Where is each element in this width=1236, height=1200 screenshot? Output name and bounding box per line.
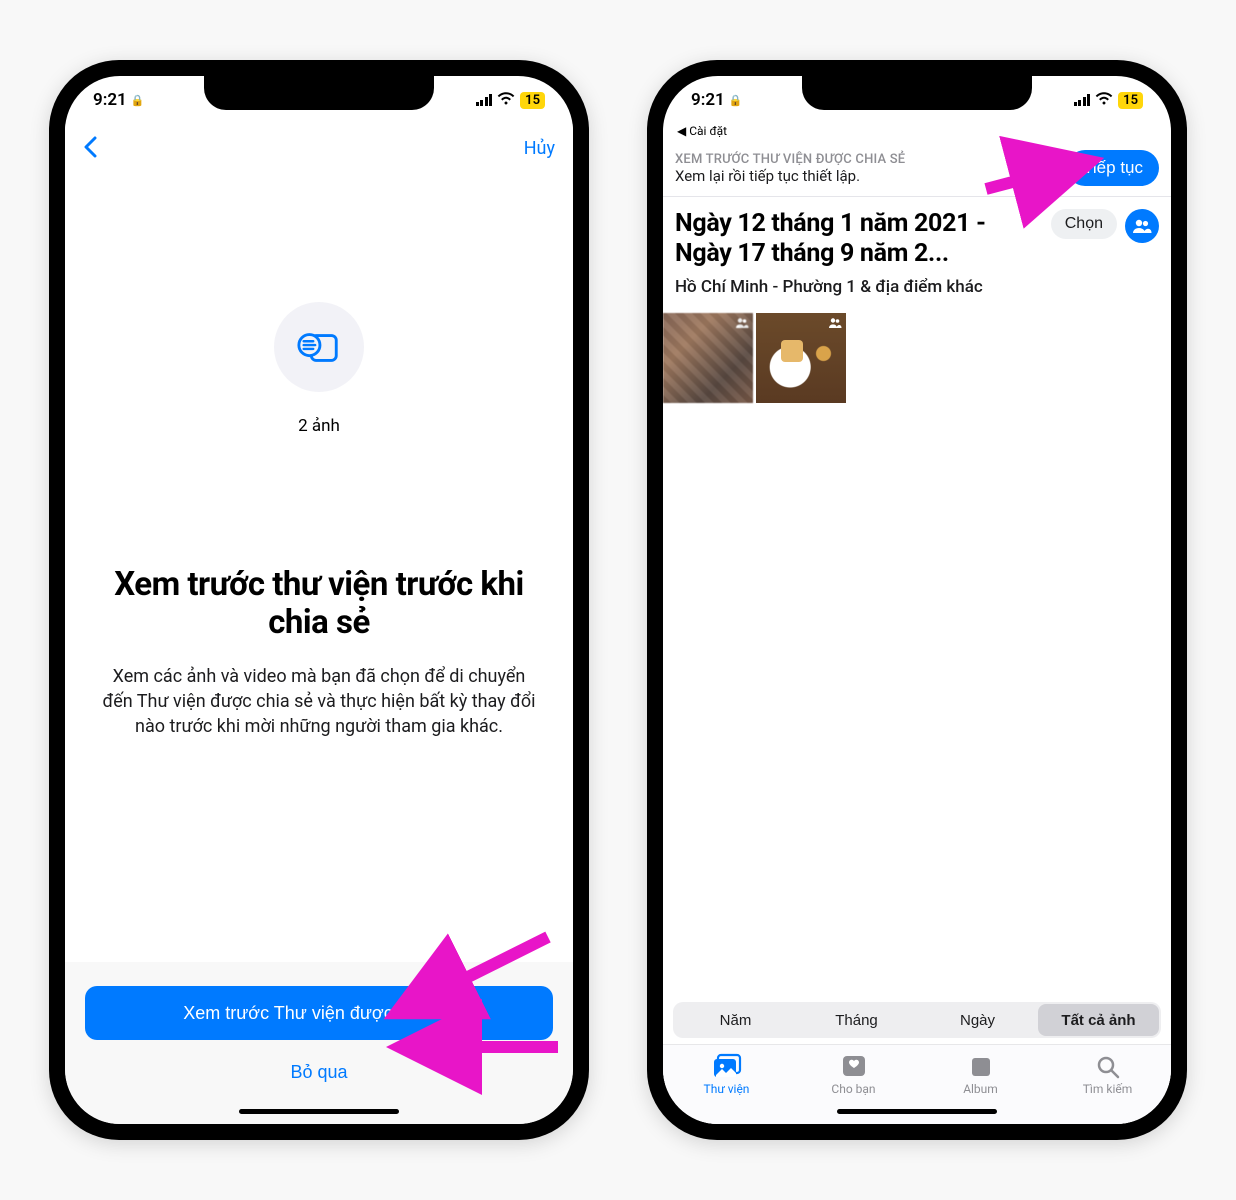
- preview-icon-circle: [274, 302, 364, 392]
- phone-mockup-left: 9:21 🔒 15 Hủy: [49, 60, 589, 1140]
- photo-thumbnails: [663, 313, 1171, 403]
- tab-search[interactable]: Tìm kiếm: [1063, 1053, 1153, 1124]
- tab-library[interactable]: Thư viện: [682, 1053, 772, 1124]
- preview-library-button[interactable]: Xem trước Thư viện được chia sẻ: [85, 986, 553, 1040]
- preview-library-icon: [296, 324, 342, 370]
- status-time: 9:21: [691, 90, 725, 110]
- notch: [802, 76, 1032, 110]
- tab-bar: Thư viện Cho bạn Album Tìm kiếm: [663, 1044, 1171, 1124]
- lock-icon: 🔒: [729, 94, 743, 107]
- home-indicator[interactable]: [837, 1109, 997, 1114]
- foryou-tab-icon: [839, 1053, 869, 1079]
- preview-description: Xem các ảnh và video mà bạn đã chọn để d…: [65, 664, 573, 740]
- breadcrumb-back[interactable]: ◀ Cài đặt: [663, 124, 1171, 144]
- nav-bar: Hủy: [65, 124, 573, 172]
- battery-badge: 15: [1118, 92, 1143, 109]
- continue-button[interactable]: Tiếp tục: [1067, 150, 1159, 186]
- header-eyebrow: XEM TRƯỚC THƯ VIỆN ĐƯỢC CHIA SẺ: [675, 152, 1057, 167]
- segment-day[interactable]: Ngày: [917, 1004, 1038, 1036]
- tab-album-label: Album: [963, 1082, 998, 1096]
- segment-all[interactable]: Tất cả ảnh: [1038, 1004, 1159, 1036]
- screen-left: 9:21 🔒 15 Hủy: [65, 76, 573, 1124]
- back-button[interactable]: [83, 132, 97, 165]
- lock-icon: 🔒: [131, 94, 145, 107]
- footer-area: Xem trước Thư viện được chia sẻ Bỏ qua: [65, 962, 573, 1124]
- skip-button[interactable]: Bỏ qua: [85, 1050, 553, 1094]
- time-segmented-control[interactable]: Năm Tháng Ngày Tất cả ảnh: [673, 1002, 1161, 1038]
- notch: [204, 76, 434, 110]
- library-content: Ngày 12 tháng 1 năm 2021 - Ngày 17 tháng…: [663, 197, 1171, 1124]
- battery-badge: 15: [520, 92, 545, 109]
- people-icon: [1132, 218, 1152, 234]
- album-tab-icon: [966, 1053, 996, 1079]
- screen-right: 9:21 🔒 15 ◀ Cài đặt XEM TRƯỚC THƯ VIỆN Đ…: [663, 76, 1171, 1124]
- photo-count-label: 2 ảnh: [298, 416, 340, 436]
- date-range-title: Ngày 12 tháng 1 năm 2021 - Ngày 17 tháng…: [675, 209, 1043, 269]
- phone-mockup-right: 9:21 🔒 15 ◀ Cài đặt XEM TRƯỚC THƯ VIỆN Đ…: [647, 60, 1187, 1140]
- signal-icon: [1074, 94, 1091, 106]
- cancel-button[interactable]: Hủy: [524, 138, 555, 159]
- shared-badge-icon: [735, 317, 749, 332]
- select-button[interactable]: Chọn: [1051, 209, 1117, 239]
- wifi-icon: [1095, 90, 1113, 110]
- photo-thumbnail[interactable]: [756, 313, 846, 403]
- signal-icon: [476, 94, 493, 106]
- wifi-icon: [497, 90, 515, 110]
- location-label: Hồ Chí Minh - Phường 1 & địa điểm khác: [663, 273, 1171, 313]
- library-tab-icon: [712, 1053, 742, 1079]
- search-tab-icon: [1093, 1053, 1123, 1079]
- home-indicator[interactable]: [239, 1109, 399, 1114]
- shared-badge-icon: [828, 317, 842, 332]
- photo-thumbnail[interactable]: [663, 313, 753, 403]
- status-time: 9:21: [93, 90, 127, 110]
- tab-library-label: Thư viện: [704, 1082, 750, 1096]
- segment-year[interactable]: Năm: [675, 1004, 796, 1036]
- segment-month[interactable]: Tháng: [796, 1004, 917, 1036]
- people-filter-button[interactable]: [1125, 209, 1159, 243]
- preview-title: Xem trước thư viện trước khi chia sẻ: [65, 566, 573, 642]
- library-preview-header: XEM TRƯỚC THƯ VIỆN ĐƯỢC CHIA SẺ Xem lại …: [663, 144, 1171, 197]
- tab-search-label: Tìm kiếm: [1083, 1082, 1133, 1096]
- preview-body: 2 ảnh Xem trước thư viện trước khi chia …: [65, 172, 573, 962]
- header-subtitle: Xem lại rồi tiếp tục thiết lập.: [675, 167, 1057, 185]
- tab-foryou-label: Cho bạn: [831, 1082, 875, 1096]
